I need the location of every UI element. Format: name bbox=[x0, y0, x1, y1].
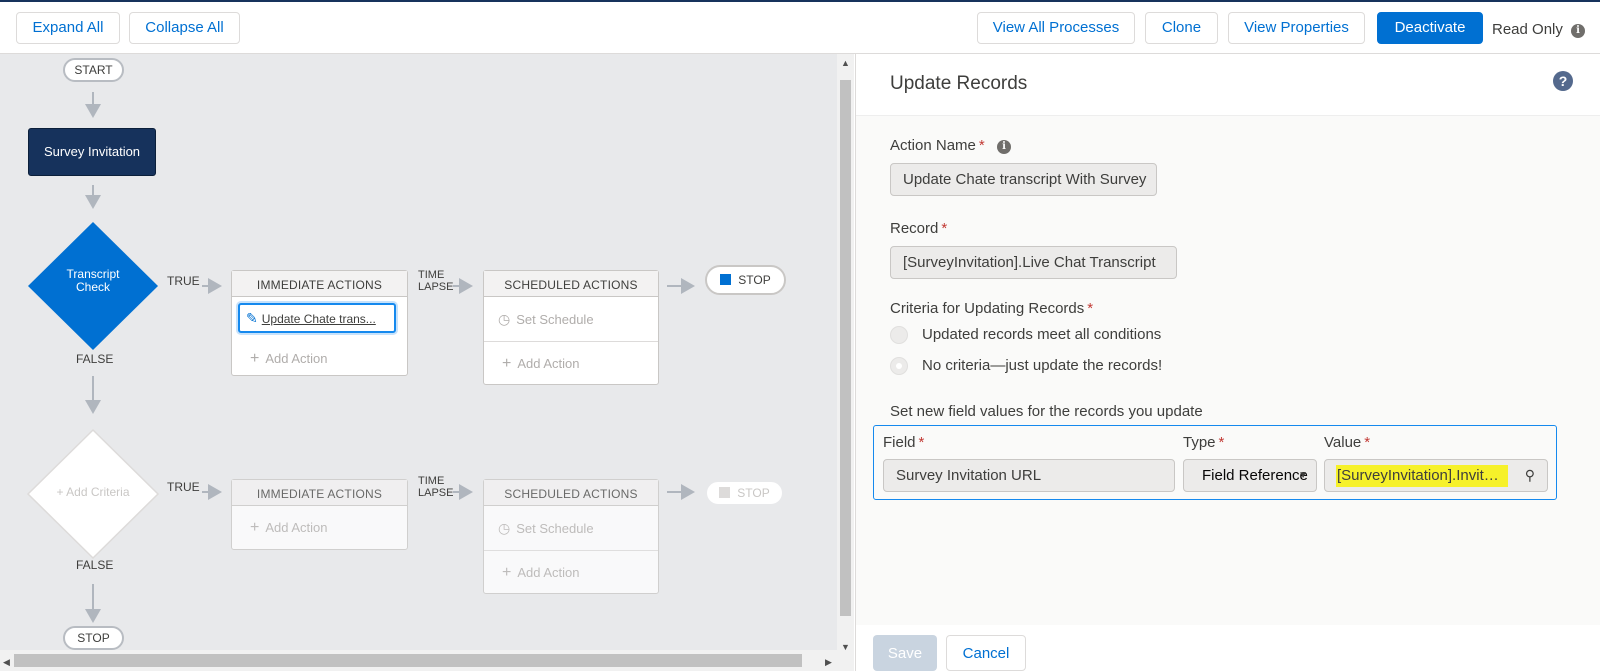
info-icon[interactable]: i bbox=[1571, 24, 1585, 38]
time-lapse-label-2: TIME LAPSE bbox=[418, 475, 454, 499]
false-label-2: FALSE bbox=[76, 558, 114, 572]
record-field[interactable]: [SurveyInvitation].Live Chat Transcript bbox=[890, 246, 1177, 279]
scroll-down-icon[interactable]: ▼ bbox=[841, 642, 850, 652]
stop-pill-1[interactable]: STOP bbox=[705, 265, 786, 295]
true-label-2: TRUE bbox=[167, 480, 200, 494]
object-node-survey-invitation[interactable]: Survey Invitation bbox=[28, 128, 156, 176]
clock-icon: ◷ bbox=[498, 520, 511, 536]
time-lapse-label-1: TIME LAPSE bbox=[418, 269, 454, 293]
set-schedule-row[interactable]: ◷ Set Schedule bbox=[484, 297, 658, 341]
value-field[interactable]: [SurveyInvitation].Invitati... ⚲ bbox=[1324, 459, 1548, 492]
criteria-label: Criteria for Updating Records * bbox=[890, 300, 1094, 317]
stop-square-icon bbox=[719, 487, 731, 498]
true-label-1: TRUE bbox=[167, 274, 200, 288]
stop-pill-2: STOP bbox=[705, 480, 784, 506]
value-text: [SurveyInvitation].Invitati... bbox=[1336, 465, 1508, 488]
add-criteria-label[interactable]: + Add Criteria bbox=[43, 486, 143, 499]
add-action-row[interactable]: + Add Action bbox=[484, 550, 658, 594]
caret-down-icon: ▼ bbox=[1298, 470, 1308, 481]
search-icon[interactable]: ⚲ bbox=[1525, 460, 1535, 491]
vertical-scroll-thumb[interactable] bbox=[840, 80, 851, 616]
add-action-row[interactable]: + Add Action bbox=[232, 337, 407, 381]
field-column-label: Field * bbox=[883, 434, 925, 451]
plus-icon: + bbox=[502, 355, 512, 372]
scroll-up-icon[interactable]: ▲ bbox=[841, 58, 850, 68]
field-select[interactable]: Survey Invitation URL bbox=[883, 459, 1175, 492]
horizontal-scrollbar[interactable]: ◀ ▶ bbox=[0, 650, 837, 671]
start-pill: START bbox=[63, 58, 124, 82]
action-item-update-chate[interactable]: ✎ Update Chate trans... bbox=[238, 303, 396, 333]
scroll-right-icon[interactable]: ▶ bbox=[825, 657, 832, 668]
properties-panel: Update Records ? Action Name * i Update C… bbox=[855, 54, 1600, 671]
set-values-label: Set new field values for the records you… bbox=[890, 403, 1203, 420]
expand-all-button[interactable]: Expand All bbox=[16, 12, 120, 44]
panel-footer: Save Cancel bbox=[856, 625, 1600, 671]
view-all-processes-button[interactable]: View All Processes bbox=[977, 12, 1135, 44]
option-no-criteria: No criteria—just update the records! bbox=[922, 357, 1163, 374]
plus-icon: + bbox=[56, 485, 67, 499]
vertical-scrollbar[interactable]: ▲ ▼ bbox=[837, 54, 854, 671]
scheduled-actions-header: SCHEDULED ACTIONS bbox=[484, 271, 658, 297]
pencil-icon: ✎ bbox=[246, 310, 258, 326]
add-action-row[interactable]: + Add Action bbox=[232, 506, 407, 550]
info-icon[interactable]: i bbox=[997, 140, 1011, 154]
save-button[interactable]: Save bbox=[873, 635, 937, 671]
value-column-label: Value * bbox=[1324, 434, 1371, 451]
field-values-row: Field * Type * Value * Survey Invitation UR… bbox=[873, 425, 1557, 500]
deactivate-button[interactable]: Deactivate bbox=[1377, 12, 1483, 44]
plus-icon: + bbox=[250, 519, 260, 536]
record-label: Record * bbox=[890, 220, 948, 237]
scheduled-actions-box-2: SCHEDULED ACTIONS ◷ Set Schedule + Add Act… bbox=[483, 479, 659, 594]
immediate-actions-header: IMMEDIATE ACTIONS bbox=[232, 271, 407, 297]
end-stop-pill: STOP bbox=[63, 626, 124, 650]
panel-title: Update Records bbox=[890, 73, 1028, 94]
immediate-actions-box-2: IMMEDIATE ACTIONS + Add Action bbox=[231, 479, 408, 550]
criteria1-label: Transcript Check bbox=[66, 267, 120, 294]
horizontal-scroll-thumb[interactable] bbox=[14, 654, 802, 667]
add-action-row[interactable]: + Add Action bbox=[484, 341, 658, 385]
clock-icon: ◷ bbox=[498, 311, 511, 327]
scroll-left-icon[interactable]: ◀ bbox=[3, 657, 10, 668]
toolbar: Expand All Collapse All View All Process… bbox=[0, 2, 1600, 54]
view-properties-button[interactable]: View Properties bbox=[1228, 12, 1365, 44]
immediate-actions-header: IMMEDIATE ACTIONS bbox=[232, 480, 407, 506]
stop-square-icon bbox=[720, 274, 732, 285]
action-name-label: Action Name * bbox=[890, 137, 985, 154]
scheduled-actions-box-1: SCHEDULED ACTIONS ◷ Set Schedule + Add Act… bbox=[483, 270, 659, 385]
radio-all-conditions[interactable] bbox=[890, 326, 908, 344]
read-only-label: Read Only bbox=[1492, 21, 1563, 38]
cancel-button[interactable]: Cancel bbox=[946, 635, 1026, 671]
clone-button[interactable]: Clone bbox=[1145, 12, 1218, 44]
panel-header: Update Records ? bbox=[856, 54, 1600, 116]
collapse-all-button[interactable]: Collapse All bbox=[129, 12, 240, 44]
type-column-label: Type * bbox=[1183, 434, 1225, 451]
plus-icon: + bbox=[250, 350, 260, 367]
immediate-actions-box-1: IMMEDIATE ACTIONS ✎ Update Chate trans...… bbox=[231, 270, 408, 376]
radio-no-criteria[interactable] bbox=[890, 357, 908, 375]
help-icon[interactable]: ? bbox=[1553, 71, 1573, 91]
false-label-1: FALSE bbox=[76, 352, 114, 366]
set-schedule-row[interactable]: ◷ Set Schedule bbox=[484, 506, 658, 550]
option-all-conditions: Updated records meet all conditions bbox=[922, 326, 1162, 343]
scheduled-actions-header: SCHEDULED ACTIONS bbox=[484, 480, 658, 506]
plus-icon: + bbox=[502, 564, 512, 581]
action-name-field[interactable]: Update Chate transcript With Survey bbox=[890, 163, 1157, 196]
type-select[interactable]: Field Reference ▼ bbox=[1183, 459, 1317, 492]
process-canvas: START Survey Invitation Transcript Check… bbox=[0, 54, 854, 671]
